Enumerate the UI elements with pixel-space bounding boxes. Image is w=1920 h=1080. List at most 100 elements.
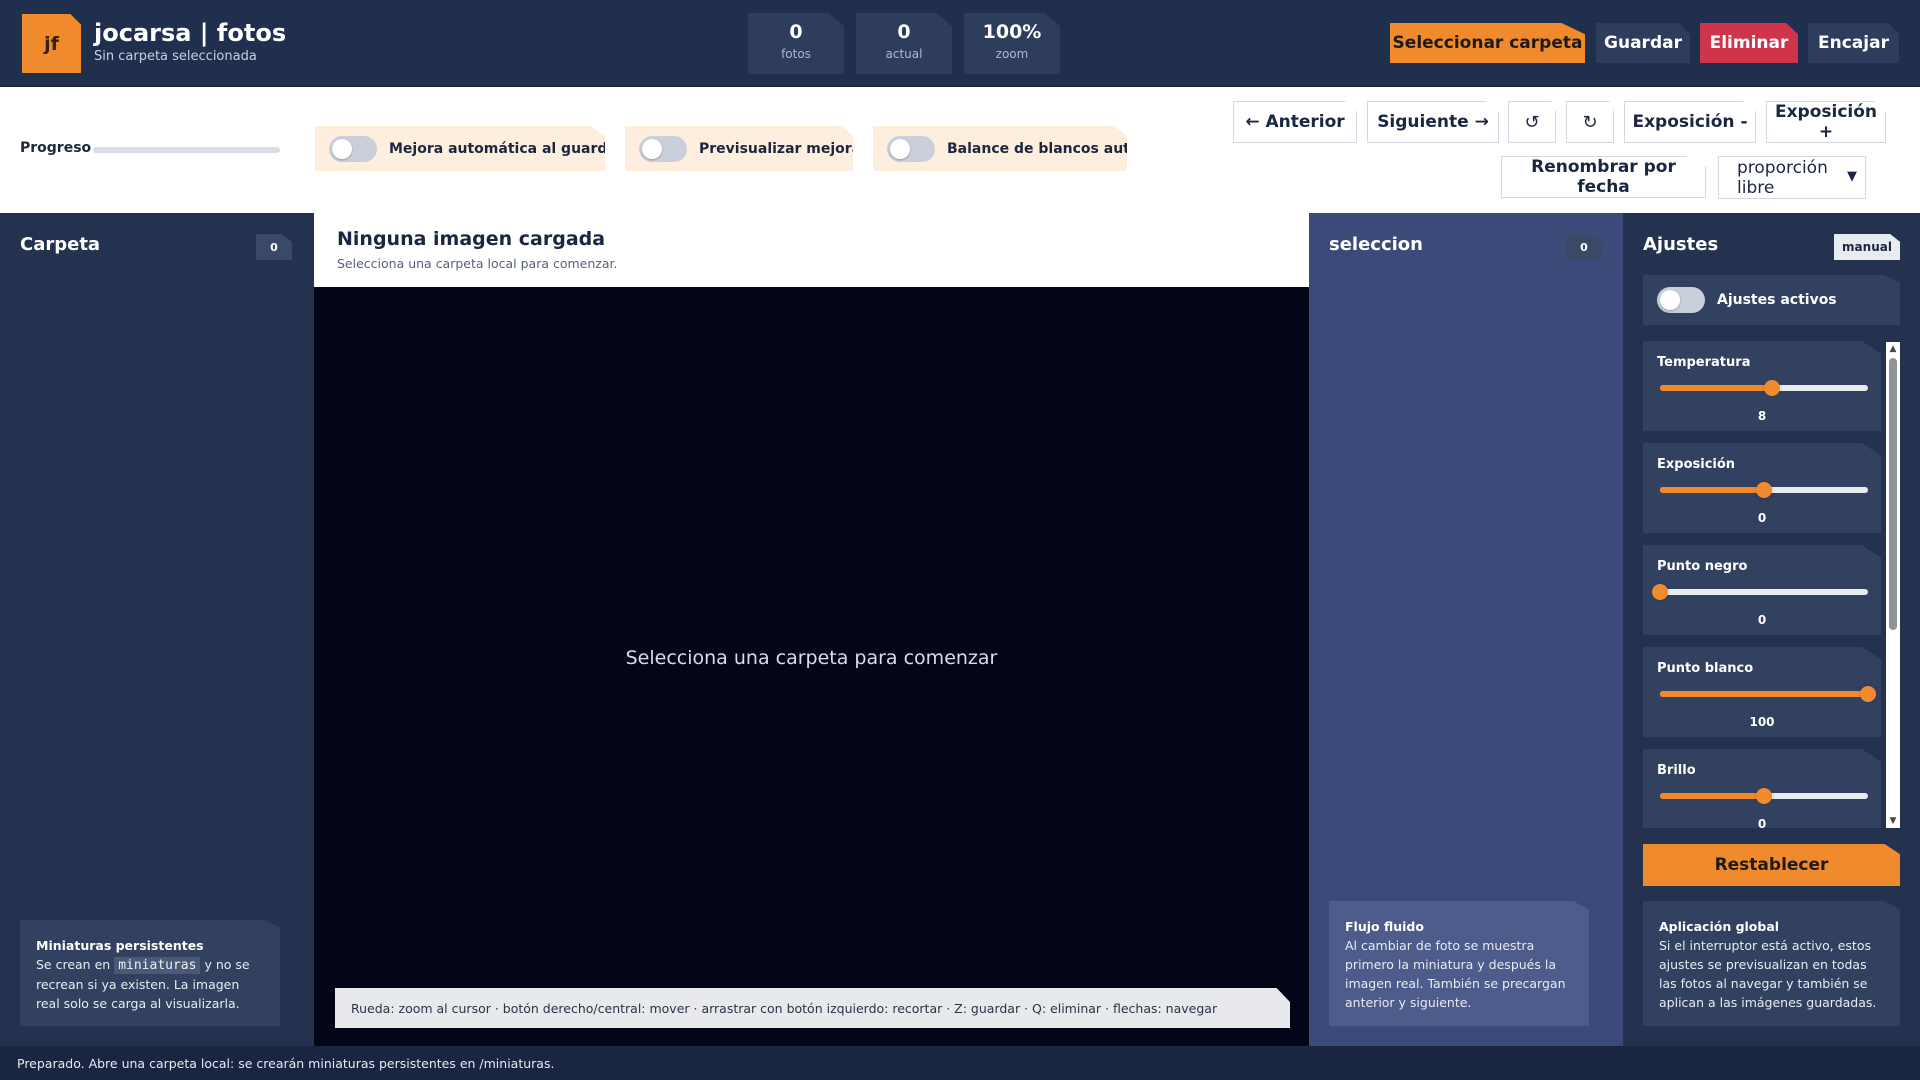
shortcut-hint-bar: Rueda: zoom al cursor · botón derecho/ce…: [335, 988, 1290, 1028]
auto-white-balance-switch[interactable]: [887, 135, 935, 162]
thumbnails-info-text: Se crean en miniaturas y no se recrean s…: [36, 957, 250, 1011]
adjustments-panel-title: Ajustes: [1643, 234, 1719, 255]
white-point-value: 100: [1749, 715, 1775, 729]
previous-button[interactable]: ← Anterior: [1233, 101, 1357, 143]
delete-button[interactable]: Eliminar: [1700, 23, 1798, 63]
stat-photos: 0 fotos: [748, 13, 844, 74]
exposure-minus-button[interactable]: Exposición -: [1624, 101, 1756, 143]
white-point-label: Punto blanco: [1657, 661, 1754, 676]
app-logo: jf: [22, 14, 81, 73]
viewer-empty-message: Selecciona una carpeta para comenzar: [625, 647, 998, 669]
brightness-label: Brillo: [1657, 763, 1696, 778]
selection-panel-title: seleccion: [1329, 234, 1423, 255]
chevron-down-icon: ▼: [1847, 169, 1857, 184]
folder-panel-title: Carpeta: [20, 234, 101, 255]
progress-bar: [93, 147, 280, 153]
adjustments-scrollbar[interactable]: ▲ ▼: [1886, 342, 1900, 828]
black-point-label: Punto negro: [1657, 559, 1748, 574]
smooth-flow-info-title: Flujo fluido: [1345, 919, 1424, 934]
stat-current-value: 0: [897, 21, 911, 43]
temperature-slider-card: Temperatura 8: [1643, 341, 1881, 431]
temperature-slider[interactable]: [1660, 380, 1868, 396]
adjustments-active-toggle-group[interactable]: Ajustes activos: [1643, 275, 1900, 325]
auto-enhance-toggle-group[interactable]: Mejora automática al guardar: [315, 126, 605, 171]
brand: jocarsa | fotos Sin carpeta seleccionada: [94, 18, 286, 64]
white-point-slider[interactable]: [1660, 686, 1876, 702]
app-title: jocarsa | fotos: [94, 19, 287, 47]
black-point-slider-thumb[interactable]: [1652, 584, 1668, 600]
brightness-slider-fill: [1660, 793, 1764, 799]
preview-enhance-switch[interactable]: [639, 135, 687, 162]
stat-zoom: 100% zoom: [964, 13, 1060, 74]
rotate-right-icon[interactable]: ↻: [1566, 101, 1614, 143]
exposure-label: Exposición: [1657, 457, 1736, 472]
next-button[interactable]: Siguiente →: [1367, 101, 1499, 143]
adjustments-active-label: Ajustes activos: [1717, 292, 1837, 308]
stat-zoom-label: zoom: [995, 47, 1029, 61]
slider-list: Temperatura 8 Exposición 0 Punto negro 0…: [1643, 341, 1900, 828]
global-apply-info-text: Si el interruptor está activo, estos aju…: [1659, 938, 1877, 1010]
stat-zoom-value: 100%: [982, 21, 1042, 43]
aspect-ratio-select[interactable]: proporción libre ▼: [1718, 156, 1866, 199]
brightness-slider-card: Brillo 0: [1643, 749, 1881, 828]
image-viewer[interactable]: Selecciona una carpeta para comenzar Rue…: [314, 287, 1309, 1046]
toolbar: Progreso Mejora automática al guardar Pr…: [0, 87, 1920, 213]
folder-panel: Carpeta 0 Miniaturas persistentes Se cre…: [0, 213, 314, 1046]
thumbnails-folder-code: miniaturas: [114, 957, 201, 974]
status-bar: Preparado. Abre una carpeta local: se cr…: [0, 1046, 1920, 1080]
temperature-slider-fill: [1660, 385, 1773, 391]
thumbnails-info-card: Miniaturas persistentes Se crean en mini…: [20, 920, 280, 1026]
preview-enhance-toggle-group[interactable]: Previsualizar mejora: [625, 126, 853, 171]
exposure-value: 0: [1757, 511, 1767, 525]
global-apply-info-card: Aplicación global Si el interruptor está…: [1643, 901, 1900, 1026]
select-folder-button[interactable]: Seleccionar carpeta: [1390, 23, 1585, 63]
reset-button[interactable]: Restablecer: [1643, 844, 1900, 886]
black-point-slider[interactable]: [1652, 584, 1868, 600]
scrollbar-thumb[interactable]: [1889, 358, 1897, 630]
white-point-slider-card: Punto blanco 100: [1643, 647, 1881, 737]
aspect-ratio-value: proporción libre: [1737, 157, 1828, 198]
brightness-value: 0: [1757, 817, 1767, 828]
stat-photos-label: fotos: [781, 47, 811, 61]
adjustments-panel: Ajustes manual Ajustes activos Temperatu…: [1623, 213, 1920, 1046]
fit-button[interactable]: Encajar: [1808, 23, 1899, 63]
smooth-flow-info-card: Flujo fluido Al cambiar de foto se muest…: [1329, 901, 1589, 1026]
global-apply-info-title: Aplicación global: [1659, 919, 1780, 934]
exposure-slider-card: Exposición 0: [1643, 443, 1881, 533]
black-point-value: 0: [1757, 613, 1767, 627]
selection-panel: seleccion 0 Flujo fluido Al cambiar de f…: [1309, 213, 1623, 1046]
scroll-down-icon[interactable]: ▼: [1886, 814, 1900, 828]
exposure-plus-button[interactable]: Exposición +: [1766, 101, 1886, 143]
stat-current-label: actual: [885, 47, 923, 61]
rename-by-date-button[interactable]: Renombrar por fecha: [1501, 156, 1706, 198]
temperature-label: Temperatura: [1657, 355, 1751, 370]
black-point-slider-card: Punto negro 0: [1643, 545, 1881, 635]
folder-subtitle: Sin carpeta seleccionada: [94, 49, 257, 64]
white-point-slider-fill: [1660, 691, 1868, 697]
viewer-title: Ninguna imagen cargada: [337, 228, 606, 250]
stat-current: 0 actual: [856, 13, 952, 74]
exposure-slider-thumb[interactable]: [1756, 482, 1772, 498]
auto-enhance-switch[interactable]: [329, 135, 377, 162]
thumbnails-info-title: Miniaturas persistentes: [36, 938, 204, 953]
save-button[interactable]: Guardar: [1596, 23, 1690, 63]
app-header: jf jocarsa | fotos Sin carpeta seleccion…: [0, 0, 1920, 87]
rotate-left-icon[interactable]: ↺: [1508, 101, 1556, 143]
scroll-up-icon[interactable]: ▲: [1886, 342, 1900, 356]
exposure-slider[interactable]: [1660, 482, 1868, 498]
auto-enhance-label: Mejora automática al guardar: [389, 140, 624, 157]
folder-count-badge: 0: [256, 234, 292, 260]
smooth-flow-info-text: Al cambiar de foto se muestra primero la…: [1345, 938, 1566, 1010]
brightness-slider[interactable]: [1660, 788, 1868, 804]
viewer-subtitle: Selecciona una carpeta local para comenz…: [337, 256, 618, 271]
adjustments-active-switch[interactable]: [1657, 287, 1705, 313]
mode-badge: manual: [1834, 234, 1900, 260]
progress-label: Progreso: [20, 140, 92, 156]
auto-white-balance-toggle-group[interactable]: Balance de blancos auto: [873, 126, 1127, 171]
white-point-slider-thumb[interactable]: [1860, 686, 1876, 702]
stat-photos-value: 0: [789, 21, 803, 43]
temperature-value: 8: [1757, 409, 1767, 423]
selection-count-badge: 0: [1566, 234, 1602, 260]
brightness-slider-thumb[interactable]: [1756, 788, 1772, 804]
temperature-slider-thumb[interactable]: [1764, 380, 1781, 396]
